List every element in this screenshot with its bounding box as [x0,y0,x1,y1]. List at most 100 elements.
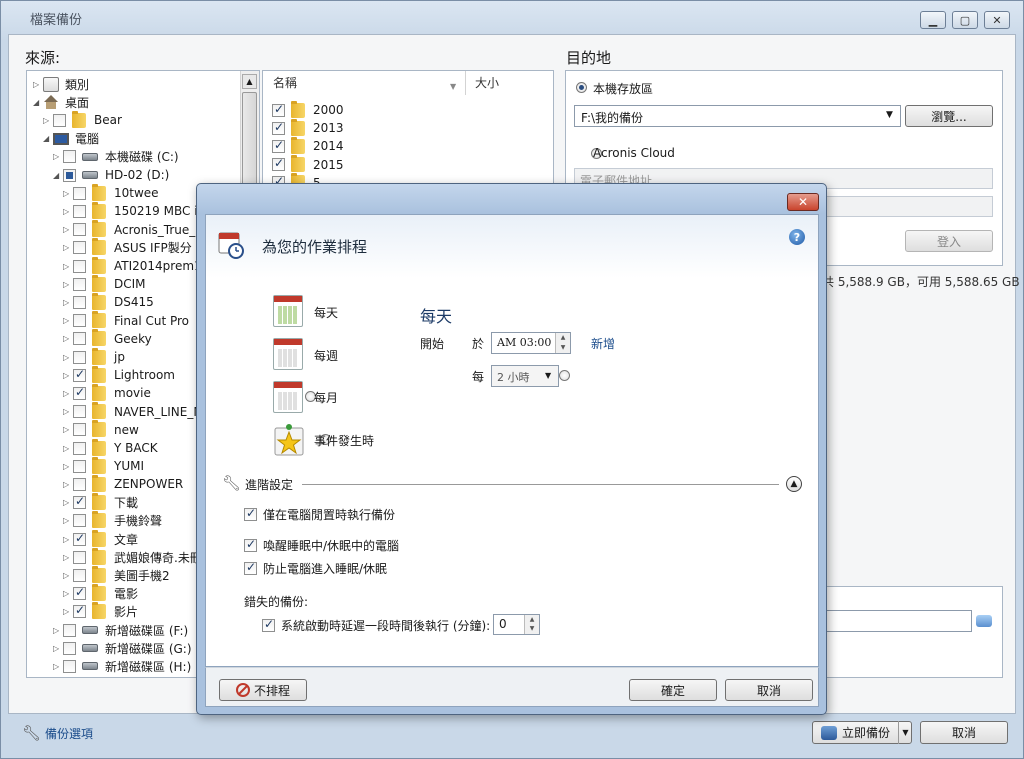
tree-item-checkbox[interactable] [63,623,76,637]
collapsed-arrow-icon[interactable]: ▷ [63,535,73,544]
tree-item[interactable]: ▷ 美圖手機2 [63,565,170,584]
collapsed-arrow-icon[interactable]: ▷ [63,353,73,362]
collapsed-arrow-icon[interactable]: ▷ [63,207,73,216]
column-header-name[interactable]: 名稱 [273,74,297,91]
collapsed-arrow-icon[interactable]: ▷ [63,262,73,271]
help-icon[interactable]: ? [789,229,805,245]
tree-item[interactable]: ▷ 新增磁碟區 (F:) [53,621,188,639]
chevron-down-icon[interactable]: ▼ [898,721,912,744]
collapsed-arrow-icon[interactable]: ▷ [63,516,73,525]
collapsed-arrow-icon[interactable]: ▷ [63,462,73,471]
delay-checkbox[interactable] [262,617,275,632]
add-time-link[interactable]: 新增 [591,335,615,352]
collapsed-arrow-icon[interactable]: ▷ [63,498,73,507]
file-row-checkbox[interactable] [272,156,285,172]
collapsed-arrow-icon[interactable]: ▷ [63,371,73,380]
tree-item[interactable]: ▷ 10twee [63,183,159,202]
close-button[interactable]: ✕ [984,11,1010,29]
tree-item-checkbox[interactable] [73,295,86,309]
comment-bubble-icon[interactable] [976,615,992,627]
tree-item[interactable]: ◢ HD-02 (D:) [53,166,169,184]
idle-only-checkbox[interactable] [244,506,257,521]
file-list-row[interactable]: 2015 [272,155,344,174]
expanded-arrow-icon[interactable]: ◢ [53,171,63,180]
collapsed-arrow-icon[interactable]: ▷ [63,480,73,489]
tree-item[interactable]: ▷ YUMI [63,456,144,475]
collapsed-arrow-icon[interactable]: ▷ [63,425,73,434]
expanded-arrow-icon[interactable]: ◢ [33,98,43,107]
collapsed-arrow-icon[interactable]: ▷ [63,407,73,416]
tree-item[interactable]: ▷ Lightroom [63,365,175,384]
tree-item[interactable]: ▷ 手機鈴聲 [63,511,162,530]
idle-only-option[interactable]: 僅在電腦閒置時執行備份 [244,506,395,523]
tree-item[interactable]: ▷ 新增磁碟區 (H:) [53,657,191,675]
tree-item[interactable]: ▷ 150219 MBC ide [63,201,213,220]
tree-item-checkbox[interactable] [73,603,86,619]
collapsed-arrow-icon[interactable]: ▷ [33,80,43,89]
option-label-monthly[interactable]: 每月 [314,389,338,406]
acronis-cloud-label[interactable]: Acronis Cloud [593,146,675,160]
tree-item[interactable]: ▷ Bear [43,110,122,129]
tree-item-checkbox[interactable] [73,223,86,237]
option-label-weekly[interactable]: 每週 [314,347,338,364]
destination-path-select[interactable]: F:\我的備份 [574,105,901,127]
every-interval-label[interactable]: 每 [472,368,484,385]
tree-item[interactable]: ▷ 影片 [63,602,138,621]
collapsed-arrow-icon[interactable]: ▷ [53,662,63,671]
collapsed-arrow-icon[interactable]: ▷ [53,626,63,635]
tree-item-checkbox[interactable] [73,494,86,510]
tree-item-checkbox[interactable] [73,277,86,291]
collapsed-arrow-icon[interactable]: ▷ [63,334,73,343]
tree-item-checkbox[interactable] [73,350,86,364]
tree-item[interactable]: ▷ Final Cut Pro [63,311,189,330]
tree-item[interactable]: ▷ 新增磁碟區 (G:) [53,639,192,657]
file-row-checkbox[interactable] [272,120,285,135]
expanded-arrow-icon[interactable]: ◢ [43,134,53,143]
tree-item-checkbox[interactable] [73,332,86,346]
tree-item[interactable]: ▷ 本機磁碟 (C:) [53,148,179,166]
tree-item-checkbox[interactable] [63,168,76,182]
file-row-checkbox[interactable] [272,138,285,153]
tree-item-checkbox[interactable] [73,531,86,546]
prevent-sleep-option[interactable]: 防止電腦進入睡眠/休眠 [244,560,387,577]
wake-checkbox[interactable] [244,537,257,552]
ok-button[interactable]: 確定 [629,679,717,701]
tree-item[interactable]: ▷ ASUS IFP製分 [63,238,192,257]
tree-item-checkbox[interactable] [73,423,86,437]
backup-now-button[interactable]: 立即備份 [812,721,912,744]
tree-item[interactable]: ◢ 桌面 [33,93,89,111]
tree-item-checkbox[interactable] [63,641,76,655]
option-label-daily[interactable]: 每天 [314,304,338,321]
tree-item-checkbox[interactable] [73,514,86,528]
tree-item[interactable]: ▷ 下載 [63,493,138,512]
local-storage-radio[interactable] [576,82,587,93]
collapsed-arrow-icon[interactable]: ▷ [63,225,73,234]
file-list-row[interactable]: 2014 [272,136,344,155]
collapsed-arrow-icon[interactable]: ▷ [63,553,73,562]
option-label-event[interactable]: 事件發生時 [314,432,374,449]
every-interval-radio[interactable] [558,370,570,381]
tree-item-checkbox[interactable] [73,405,86,419]
tree-item[interactable]: ▷ 文章 [63,529,138,548]
collapsed-arrow-icon[interactable]: ▷ [63,389,73,398]
tree-item-checkbox[interactable] [73,186,86,200]
tree-item[interactable]: ▷ ATI2014prem17 [63,256,209,275]
collapsed-arrow-icon[interactable]: ▷ [63,571,73,580]
tree-item-checkbox[interactable] [73,477,86,491]
tree-item-checkbox[interactable] [73,459,86,473]
column-header-size[interactable]: 大小 [475,74,499,91]
tree-item[interactable]: ▷ Y BACK [63,438,158,457]
tree-item[interactable]: ▷ Acronis_True_In [63,220,206,239]
tree-item[interactable]: ▷ 類別 [33,75,89,93]
chevron-down-icon[interactable]: ▼ [886,110,893,120]
wake-option[interactable]: 喚醒睡眠中/休眠中的電腦 [244,537,399,554]
collapsed-arrow-icon[interactable]: ▷ [53,644,63,653]
file-list-row[interactable]: 2013 [272,118,344,137]
collapsed-arrow-icon[interactable]: ▷ [63,444,73,453]
delay-spinner[interactable]: ▲ ▼ [524,615,539,634]
collapsed-arrow-icon[interactable]: ▷ [53,152,63,161]
collapsed-arrow-icon[interactable]: ▷ [63,243,73,252]
tree-item-checkbox[interactable] [73,259,86,273]
advanced-settings-label[interactable]: 進階設定 [245,476,293,493]
tree-item-checkbox[interactable] [73,585,86,601]
